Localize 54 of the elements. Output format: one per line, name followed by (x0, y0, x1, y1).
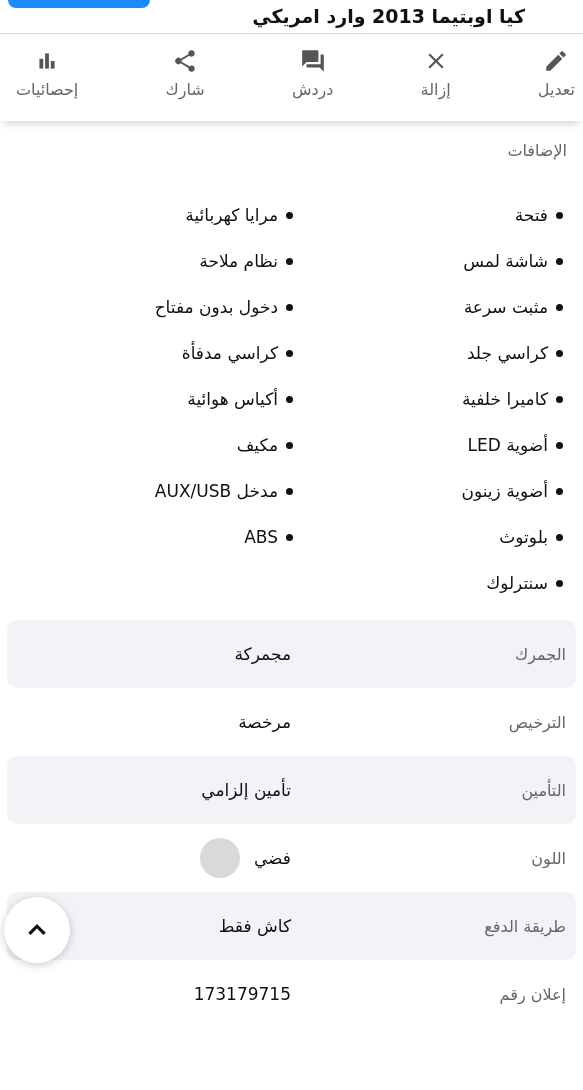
bullet-icon (556, 303, 563, 311)
feature-label: أضوية LED (467, 435, 548, 455)
feature-label: كاميرا خلفية (462, 389, 548, 409)
bullet-icon (556, 533, 563, 541)
bullet-icon (286, 395, 293, 403)
detail-label: إعلان رقم (499, 984, 566, 1004)
detail-label: اللون (531, 848, 566, 868)
section-title: الإضافات (506, 141, 567, 160)
detail-label: الجمرك (515, 644, 566, 664)
detail-value: مجمركة (234, 644, 291, 664)
feature-label: نظام ملاحة (199, 251, 278, 271)
feature-label: أكياس هوائية (187, 389, 278, 409)
stats-button[interactable]: إحصائيات (12, 42, 83, 115)
feature-label: مرايا كهربائية (185, 205, 278, 225)
bullet-icon (286, 303, 293, 311)
feature-label: بلوتوث (499, 527, 548, 547)
detail-value: تأمين إلزامي (201, 780, 291, 800)
feature-label: أضوية زينون (461, 481, 548, 501)
detail-label: الترخيص (508, 712, 566, 732)
bullet-icon (556, 257, 563, 265)
bullet-icon (286, 211, 293, 219)
detail-value: 173179715 (193, 984, 291, 1004)
bullet-icon (556, 441, 563, 449)
feature-label: كراسي مدفأة (181, 343, 278, 363)
bullet-icon (286, 533, 293, 541)
chat-bubbles-icon (299, 48, 326, 74)
bullet-icon (286, 349, 293, 357)
bullet-icon (286, 257, 293, 265)
share-button[interactable]: شارك (161, 42, 209, 115)
bullet-icon (556, 487, 563, 495)
feature-label: مدخل AUX/USB (154, 481, 278, 501)
feature-label: سنترلوك (486, 573, 548, 593)
bullet-icon (556, 349, 563, 357)
chat-button[interactable]: دردش (287, 42, 338, 115)
bullet-icon (556, 579, 563, 587)
feature-label: مكيف (236, 435, 278, 455)
remove-button[interactable]: إزالة (416, 42, 455, 115)
edit-button[interactable]: تعديل (533, 42, 579, 115)
feature-label: مثبت سرعة (463, 297, 548, 317)
bullet-icon (286, 487, 293, 495)
feature-label: ABS (244, 527, 278, 547)
feature-label: فتحة (514, 205, 548, 225)
listing-title: كيا اوبتيما 2013 وارد امريكي (252, 4, 525, 29)
detail-label: التأمين (521, 780, 566, 800)
detail-value: مرخصة (238, 712, 291, 732)
feature-label: كراسي جلد (466, 343, 548, 363)
bullet-icon (286, 441, 293, 449)
bullet-icon (556, 395, 563, 403)
detail-value: كاش فقط (218, 916, 291, 936)
detail-label: طريقة الدفع (484, 916, 566, 936)
feature-label: دخول بدون مفتاح (154, 297, 278, 317)
detail-value: فضي (253, 848, 291, 868)
bullet-icon (556, 211, 563, 219)
feature-label: شاشة لمس (463, 251, 548, 271)
